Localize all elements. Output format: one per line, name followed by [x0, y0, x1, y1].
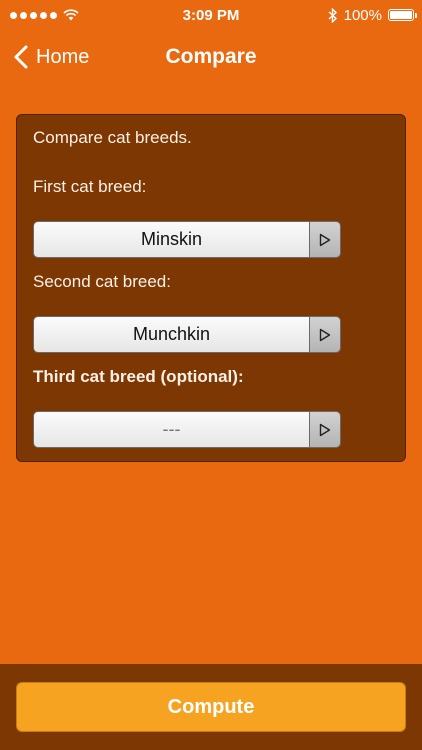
battery-icon [388, 9, 417, 21]
second-breed-label: Second cat breed: [33, 272, 171, 291]
third-breed-value: --- [34, 412, 309, 447]
first-breed-value: Minskin [34, 222, 309, 257]
battery-percent: 100% [343, 6, 382, 24]
status-bar: 3:09 PM 100% [0, 0, 422, 30]
second-breed-picker[interactable]: Munchkin [33, 316, 341, 353]
play-arrow-icon [309, 412, 340, 447]
chevron-left-icon [14, 45, 28, 69]
bottom-bar: Compute [0, 664, 422, 750]
play-arrow-icon [309, 317, 340, 352]
bluetooth-icon [328, 7, 337, 23]
status-right: 100% [328, 6, 417, 24]
first-breed-picker[interactable]: Minskin [33, 221, 341, 258]
second-breed-value: Munchkin [34, 317, 309, 352]
back-label: Home [36, 45, 90, 68]
signal-dots-icon [10, 11, 57, 19]
compute-button[interactable]: Compute [16, 682, 406, 732]
wifi-icon [63, 9, 79, 21]
third-breed-label: Third cat breed (optional): [33, 367, 244, 386]
play-arrow-icon [309, 222, 340, 257]
third-breed-picker[interactable]: --- [33, 411, 341, 448]
status-left [10, 9, 79, 21]
compare-panel: Compare cat breeds. First cat breed: Min… [16, 114, 406, 462]
nav-bar: Home Compare [0, 30, 422, 84]
back-button[interactable]: Home [14, 40, 89, 74]
intro-text: Compare cat breeds. [33, 128, 192, 147]
first-breed-label: First cat breed: [33, 177, 147, 196]
